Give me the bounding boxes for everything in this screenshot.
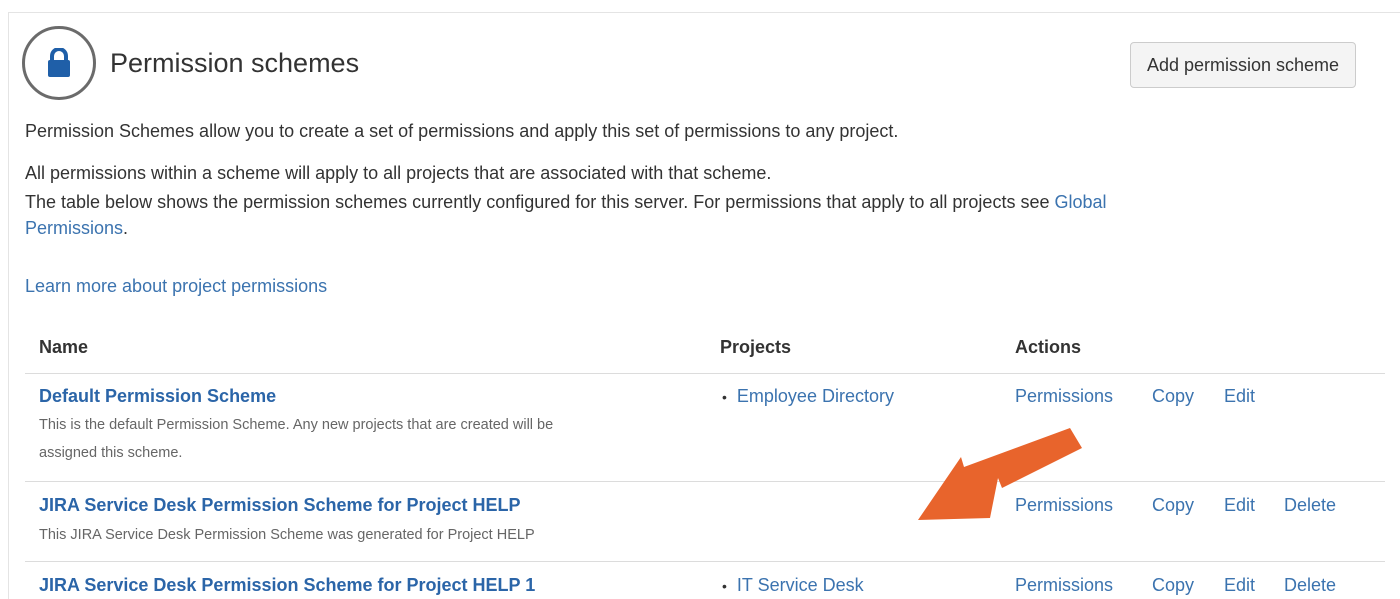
arrow-annotation xyxy=(918,428,1082,520)
arrow-annotation-shape xyxy=(918,428,1082,520)
